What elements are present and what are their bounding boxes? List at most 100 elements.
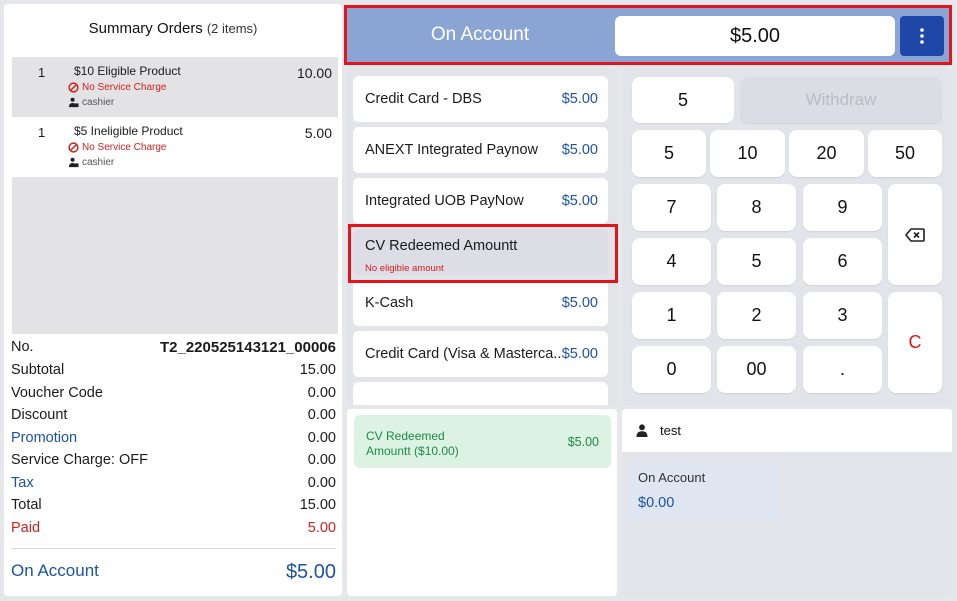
summary-row-paid: Paid 5.00: [11, 520, 336, 536]
summary-value: 0.00: [307, 430, 336, 446]
summary-value: T2_220525143121_00006: [159, 339, 336, 356]
key-00[interactable]: 00: [717, 346, 796, 393]
payment-method-more[interactable]: [353, 382, 608, 405]
quick-amount-10[interactable]: 10: [710, 130, 785, 177]
summary-value: 0.00: [307, 407, 336, 423]
summary-on-account-value: $5.00: [285, 561, 336, 583]
summary-label: No.: [11, 339, 34, 355]
order-service-note-text: No Service Charge: [82, 142, 167, 153]
summary-row-subtotal: Subtotal 15.00: [11, 362, 336, 378]
summary-row-service-charge: Service Charge: OFF 0.00: [11, 452, 336, 468]
customer-account-label: On Account: [638, 470, 706, 485]
quick-amount-50[interactable]: 50: [868, 130, 942, 177]
payment-method-amount: $5.00: [561, 193, 598, 209]
summary-label: Total: [11, 497, 42, 513]
keypad: 5 Withdraw 5 10 20 50 7 8 9 4 5 6 1 2 3 …: [622, 69, 952, 405]
payment-method-amount: $5.00: [561, 142, 598, 158]
customer-account-card[interactable]: On Account $0.00: [628, 461, 780, 521]
key-7[interactable]: 7: [632, 184, 711, 231]
order-item[interactable]: 1 $5 Ineligible Product 5.00 No Service …: [12, 117, 338, 177]
order-staff-name: cashier: [82, 97, 115, 108]
backspace-button[interactable]: [888, 184, 942, 285]
key-6[interactable]: 6: [803, 238, 882, 285]
summary-value: 0.00: [307, 452, 336, 468]
summary-row-number: No. T2_220525143121_00006: [11, 339, 336, 356]
payment-method-anext-paynow[interactable]: ANEXT Integrated Paynow $5.00: [353, 127, 608, 173]
order-name: $10 Eligible Product: [74, 64, 181, 78]
payment-method-credit-card-visa[interactable]: Credit Card (Visa & Masterca.. $5.00: [353, 331, 608, 377]
summary-title-text: Summary Orders: [88, 19, 203, 37]
paid-item[interactable]: CV Redeemed Amountt ($10.00) $5.00: [354, 415, 611, 468]
order-service-note-text: No Service Charge: [82, 82, 167, 93]
paid-item-name: CV Redeemed Amountt ($10.00): [366, 429, 516, 459]
payment-method-name: ANEXT Integrated Paynow: [365, 142, 539, 158]
key-0[interactable]: 0: [632, 346, 711, 393]
summary-value: 15.00: [299, 362, 336, 378]
summary-value: 15.00: [299, 497, 336, 513]
summary-label: Paid: [11, 520, 41, 536]
summary-label[interactable]: Promotion: [11, 430, 77, 446]
customer-name: test: [660, 423, 681, 438]
summary-value: 0.00: [307, 385, 336, 401]
payment-method-name: CV Redeemed Amountt: [365, 238, 518, 254]
payment-method-uob-paynow[interactable]: Integrated UOB PayNow $5.00: [353, 178, 608, 224]
payment-method-name: Credit Card - DBS: [365, 91, 482, 107]
summary-title: Summary Orders (2 items): [4, 4, 342, 52]
payment-method-name: Credit Card (Visa & Masterca..: [365, 346, 562, 362]
quick-amount-5[interactable]: 5: [632, 130, 706, 177]
key-decimal[interactable]: .: [803, 346, 882, 393]
paid-item-name-line1: CV Redeemed: [366, 429, 445, 443]
summary-panel: Summary Orders (2 items) 1 $10 Eligible …: [4, 4, 342, 596]
quick-amount-20[interactable]: 20: [789, 130, 864, 177]
more-vertical-icon: [920, 28, 924, 44]
customer-row[interactable]: test: [622, 409, 952, 452]
summary-value: 0.00: [307, 475, 336, 491]
prohibited-icon: [68, 142, 79, 153]
payment-method-amount: $5.00: [561, 295, 598, 311]
payment-method-credit-card-dbs[interactable]: Credit Card - DBS $5.00: [353, 76, 608, 122]
order-service-note: No Service Charge: [68, 82, 166, 93]
order-list: 1 $10 Eligible Product 10.00 No Service …: [12, 57, 338, 334]
order-staff: cashier: [68, 97, 114, 108]
customer-account-value: $0.00: [638, 495, 675, 511]
customer-panel: test On Account $0.00: [622, 409, 952, 596]
key-1[interactable]: 1: [632, 292, 711, 339]
paid-item-amount: $5.00: [567, 435, 599, 449]
withdraw-button[interactable]: Withdraw: [740, 77, 942, 123]
clear-button[interactable]: C: [888, 292, 942, 393]
key-2[interactable]: 2: [717, 292, 796, 339]
cashier-icon: [68, 157, 79, 168]
backspace-icon: [905, 227, 925, 242]
more-options-button[interactable]: [900, 16, 944, 56]
prohibited-icon: [68, 82, 79, 93]
summary-on-account-label: On Account: [11, 561, 99, 580]
key-3[interactable]: 3: [803, 292, 882, 339]
order-staff-name: cashier: [82, 157, 115, 168]
order-staff: cashier: [68, 157, 114, 168]
summary-row-discount: Discount 0.00: [11, 407, 336, 423]
payment-method-k-cash[interactable]: K-Cash $5.00: [353, 280, 608, 326]
payment-method-title: On Account: [430, 24, 530, 45]
summary-divider: [11, 548, 336, 549]
payment-amount-field[interactable]: $5.00: [615, 16, 895, 56]
order-qty: 1: [38, 125, 46, 140]
summary-label: Service Charge: OFF: [11, 452, 148, 468]
payment-method-name: K-Cash: [365, 295, 414, 311]
payment-method-amount: $5.00: [561, 346, 598, 362]
order-service-note: No Service Charge: [68, 142, 166, 153]
order-item[interactable]: 1 $10 Eligible Product 10.00 No Service …: [12, 57, 338, 117]
payment-method-warning: No eligible amount: [365, 263, 444, 274]
key-5[interactable]: 5: [717, 238, 796, 285]
key-9[interactable]: 9: [803, 184, 882, 231]
order-qty: 1: [38, 65, 46, 80]
summary-label[interactable]: Tax: [11, 475, 34, 491]
payment-method-list: Credit Card - DBS $5.00 ANEXT Integrated…: [347, 69, 617, 405]
key-8[interactable]: 8: [717, 184, 796, 231]
summary-on-account: On Account $5.00: [11, 561, 336, 584]
cashier-icon: [68, 97, 79, 108]
payment-method-cv-redeemed[interactable]: CV Redeemed Amountt No eligible amount: [353, 229, 608, 275]
summary-row-voucher: Voucher Code 0.00: [11, 385, 336, 401]
payment-header: On Account $5.00: [344, 5, 952, 65]
key-4[interactable]: 4: [632, 238, 711, 285]
summary-item-count: (2 items): [206, 20, 258, 36]
